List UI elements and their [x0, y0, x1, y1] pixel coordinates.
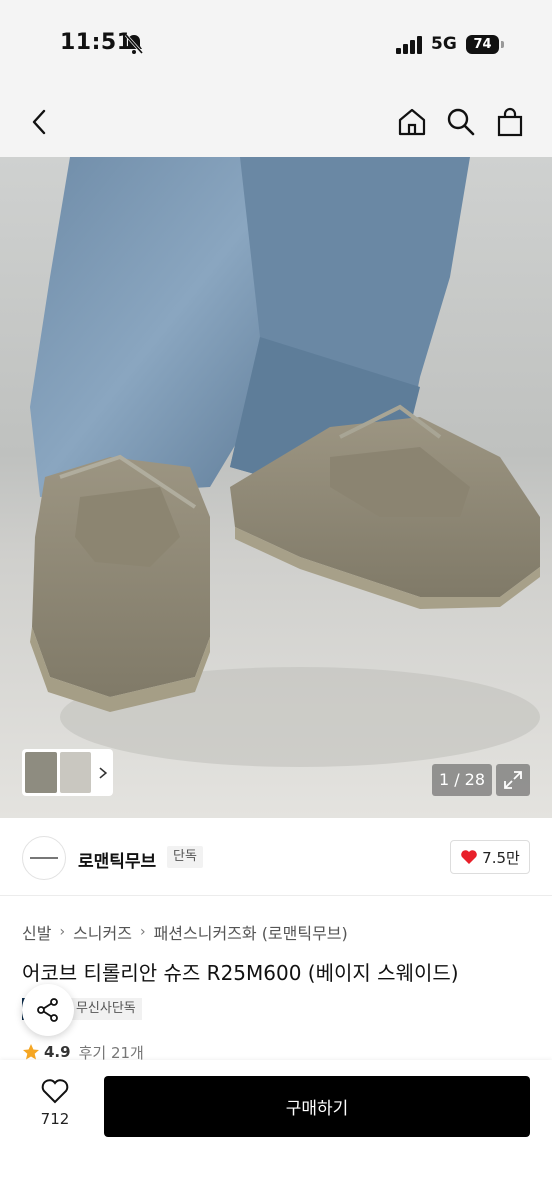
bell-off-icon: [124, 34, 144, 54]
brand-like-count: 7.5만: [482, 848, 520, 867]
thumbnail-2[interactable]: [59, 752, 92, 793]
signal-icon: [396, 36, 422, 54]
status-bar: 11:51 5G 74: [0, 0, 552, 90]
review-count: 후기 21개: [78, 1043, 144, 1062]
heart-filled-icon: [461, 850, 477, 864]
badge-exclusive: 무신사단독: [69, 998, 142, 1020]
back-button[interactable]: [20, 102, 60, 142]
image-counter: 1 / 28: [432, 764, 492, 796]
wishlist-count: 712: [40, 1110, 70, 1128]
expand-button[interactable]: [496, 764, 530, 796]
buy-button[interactable]: 구매하기: [104, 1076, 530, 1137]
chevron-right-icon: [99, 766, 108, 779]
thumbnail-strip[interactable]: [22, 749, 113, 796]
brand-exclusive-tag: 단독: [167, 846, 203, 868]
brand-logo[interactable]: [22, 836, 66, 880]
share-icon: [37, 998, 58, 1022]
product-photo: [0, 157, 552, 818]
search-icon: [447, 108, 475, 136]
home-icon: [398, 108, 426, 136]
status-time: 11:51: [60, 30, 133, 55]
brand-like-button[interactable]: 7.5만: [450, 840, 530, 874]
chevron-left-icon: [32, 109, 46, 135]
brand-name[interactable]: 로맨틱무브: [78, 847, 156, 872]
battery-level: 74: [473, 37, 492, 52]
heart-outline-icon: [41, 1079, 69, 1104]
breadcrumb-item-1[interactable]: 신발: [22, 920, 51, 944]
chevron-right-icon: ›: [59, 924, 66, 940]
cart-button[interactable]: [490, 102, 530, 142]
thumbnail-1[interactable]: [25, 752, 57, 793]
wishlist-button[interactable]: 712: [22, 1078, 88, 1140]
product-image[interactable]: 1 / 28: [0, 157, 552, 818]
breadcrumb-item-3[interactable]: 패션스니커즈화 (로맨틱무브): [154, 920, 348, 944]
product-title: 어코브 티롤리안 슈즈 R25M600 (베이지 스웨이드): [22, 961, 459, 985]
star-icon: [23, 1044, 39, 1060]
breadcrumb-item-2[interactable]: 스니커즈: [73, 920, 132, 944]
rating-row[interactable]: 4.9 후기 21개: [22, 1042, 144, 1062]
rating-score: 4.9: [44, 1043, 71, 1061]
shopping-bag-icon: [497, 107, 523, 137]
app-header: [0, 90, 552, 157]
breadcrumb: 신발 › 스니커즈 › 패션스니커즈화 (로맨틱무브): [22, 920, 348, 944]
expand-icon: [504, 771, 522, 789]
brand-row: 로맨틱무브 단독 7.5만: [0, 818, 552, 896]
share-button[interactable]: [22, 984, 74, 1036]
chevron-right-icon: ›: [139, 924, 146, 940]
battery-icon: 74: [466, 34, 504, 56]
bottom-action-bar: 712 구매하기: [0, 1060, 552, 1200]
network-label: 5G: [431, 34, 457, 54]
home-button[interactable]: [392, 102, 432, 142]
search-button[interactable]: [441, 102, 481, 142]
